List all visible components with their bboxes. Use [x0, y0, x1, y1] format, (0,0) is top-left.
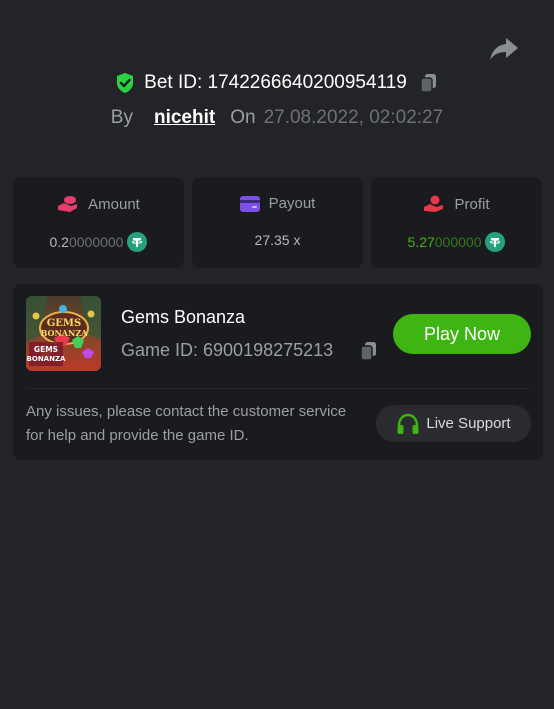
- coins-hand-icon: [58, 196, 78, 212]
- tether-coin-icon: [485, 232, 506, 252]
- payout-label: Payout: [268, 195, 316, 212]
- bet-id-text: Bet ID: 1742266640200954119: [144, 72, 407, 93]
- card-icon: [239, 195, 260, 212]
- profit-value-decimals: 000000: [434, 234, 482, 250]
- support-help-text: Any issues, please contact the customer …: [26, 403, 347, 444]
- bet-id-row: Bet ID: 1742266640200954119: [0, 72, 554, 94]
- thumb-title-line2: BONANZA: [41, 328, 89, 338]
- bet-datetime: 27.08.2022, 02:02:27: [263, 107, 444, 128]
- thumb-logo-line2: BONANZA: [27, 355, 66, 363]
- profit-value: 5.27: [407, 234, 435, 250]
- copy-icon[interactable]: [419, 72, 439, 94]
- amount-card: Amount 0.2 0000000: [13, 177, 184, 268]
- live-support-button[interactable]: Live Support: [376, 405, 531, 442]
- bet-stats: Amount 0.2 0000000 Payout 27.35 x Profit…: [13, 177, 543, 268]
- tether-coin-icon: [127, 232, 148, 252]
- headset-icon: [397, 413, 419, 434]
- game-title: Gems Bonanza: [121, 307, 246, 327]
- shield-check-icon: [117, 73, 134, 93]
- username-link[interactable]: nicehit: [154, 107, 215, 129]
- play-now-button[interactable]: Play Now: [393, 314, 531, 354]
- game-thumbnail[interactable]: GEMS BONANZA GEMS BONANZA: [26, 296, 101, 371]
- share-arrow-icon: [490, 38, 518, 60]
- payout-value: 27.35 x: [254, 232, 301, 248]
- amount-label: Amount: [88, 195, 140, 213]
- hand-coin-icon: [424, 195, 444, 212]
- share-button[interactable]: [488, 34, 520, 64]
- live-support-label: Live Support: [426, 415, 511, 432]
- thumb-logo-line1: GEMS: [34, 345, 58, 354]
- profit-label: Profit: [454, 195, 490, 213]
- game-card: GEMS BONANZA GEMS BONANZA Gems Bonanza G…: [13, 284, 543, 460]
- amount-value-decimals: 0000000: [68, 234, 124, 250]
- payout-card: Payout 27.35 x: [192, 177, 363, 268]
- game-id: Game ID: 6900198275213: [121, 340, 334, 360]
- amount-value: 0.2: [49, 234, 69, 250]
- by-label: By: [110, 107, 133, 128]
- on-label: On: [230, 107, 256, 128]
- copy-icon[interactable]: [359, 340, 379, 362]
- bet-meta-row: By nicehit On 27.08.2022, 02:02:27: [0, 107, 554, 129]
- profit-card: Profit 5.27 000000: [371, 177, 542, 268]
- divider: [26, 388, 530, 389]
